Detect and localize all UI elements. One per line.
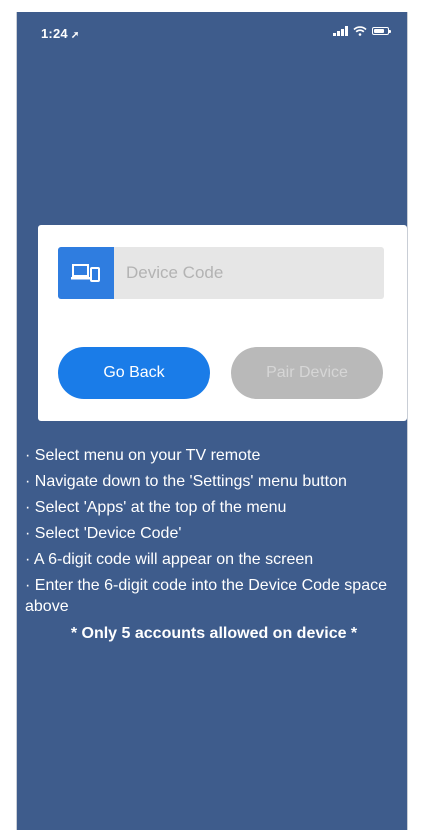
status-time-text: 1:24 [41, 26, 68, 41]
location-icon: ➚ [70, 30, 80, 41]
status-bar: 1:24 ➚ [17, 12, 407, 48]
instruction-step: · Navigate down to the 'Settings' menu b… [25, 473, 347, 490]
device-code-field[interactable] [58, 247, 384, 299]
instruction-step: · A 6-digit code will appear on the scre… [25, 551, 314, 568]
instruction-step: · Enter the 6-digit code into the Device… [25, 577, 387, 615]
wifi-icon [353, 26, 367, 36]
pairing-card: Go Back Pair Device [38, 225, 407, 421]
go-back-button[interactable]: Go Back [58, 347, 210, 399]
battery-icon [372, 27, 391, 35]
instruction-step: · Select menu on your TV remote [25, 447, 261, 464]
device-pair-icon [58, 247, 114, 299]
account-limit-note: * Only 5 accounts allowed on device * [70, 625, 358, 642]
instruction-step: · Select 'Device Code' [25, 525, 182, 542]
pair-device-button[interactable]: Pair Device [231, 347, 383, 399]
phone-screen: 1:24➚ Go Back Pai [16, 12, 408, 830]
device-code-input[interactable] [114, 247, 384, 299]
instructions-list: · Select menu on your TV remote · Naviga… [25, 445, 403, 644]
status-time: 1:24 ➚ [41, 26, 79, 41]
instruction-step: · Select 'Apps' at the top of the menu [25, 499, 287, 516]
signal-icon [333, 26, 348, 36]
status-icons [333, 26, 391, 36]
